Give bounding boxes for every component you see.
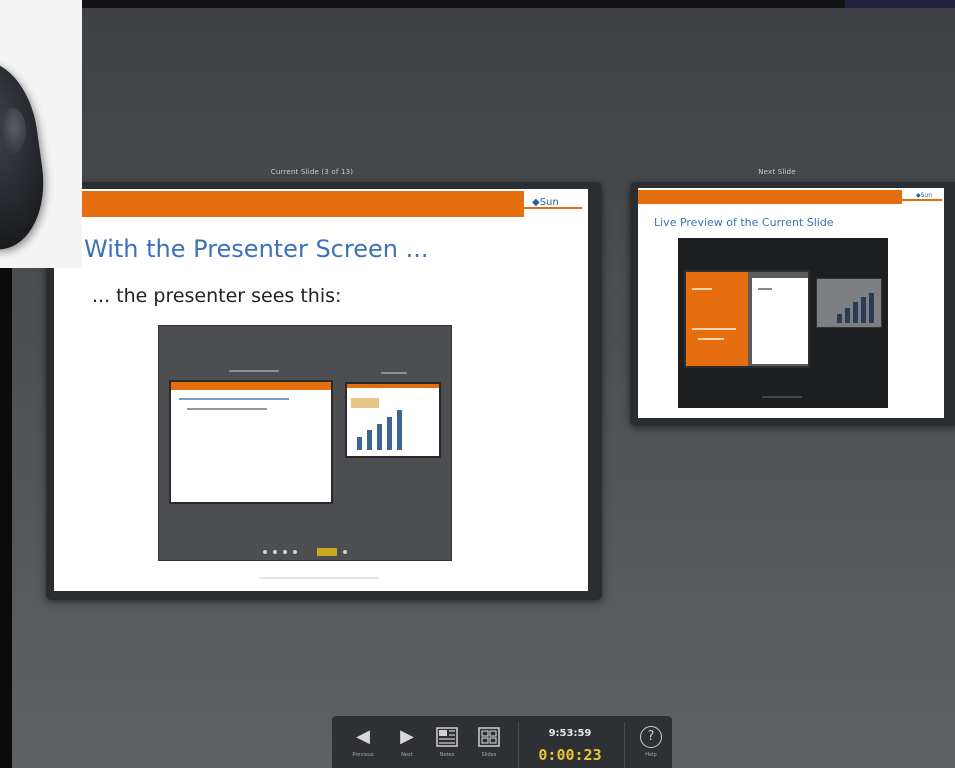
current-slide: ◆Sun With the Presenter Screen ... ... t… — [54, 189, 588, 591]
chart-bar — [845, 308, 850, 323]
preview-toolbar — [762, 396, 802, 398]
nested-dot — [263, 550, 267, 554]
next-slide-header-line — [902, 199, 942, 201]
top-bar — [82, 0, 955, 8]
next-slide-title: Live Preview of the Current Slide — [654, 216, 834, 229]
presenter-console: Current Slide (3 of 13) Next Slide ◆Sun … — [12, 0, 955, 768]
notes-icon — [434, 726, 460, 748]
nested-dot — [293, 550, 297, 554]
chart-bar — [869, 293, 874, 323]
sun-logo: ◆Sun — [916, 192, 933, 199]
chart-bar — [367, 430, 372, 450]
chart-bar — [387, 417, 392, 450]
arrow-left-icon: ◀ — [356, 726, 370, 747]
slide-title: With the Presenter Screen ... — [84, 235, 429, 263]
slides-grid-icon — [476, 726, 502, 748]
slide-subtitle: ... the presenter sees this: — [92, 285, 342, 307]
nested-title-line — [179, 398, 289, 400]
preview-text-line — [692, 328, 736, 330]
nested-next-caption — [381, 372, 407, 374]
next-slide: ◆Sun Live Preview of the Current Slide — [638, 188, 944, 418]
preview-current-slide — [684, 270, 810, 368]
toolbar-divider — [624, 722, 625, 768]
remote-control-image — [0, 0, 82, 268]
current-slide-pane[interactable]: ◆Sun With the Presenter Screen ... ... t… — [46, 182, 602, 600]
chart-bar — [397, 410, 402, 450]
slides-label: Slides — [481, 752, 497, 758]
slide-footer — [259, 577, 379, 579]
nested-timer — [317, 548, 337, 556]
preview-orange-panel — [686, 272, 748, 366]
remote-button — [0, 108, 26, 154]
preview-next-slide — [816, 278, 882, 328]
nested-toolbar — [263, 548, 347, 556]
nested-current-slide — [169, 380, 333, 504]
slide-header-bar — [54, 191, 524, 217]
chart-bar — [377, 424, 382, 450]
notes-label: Notes — [439, 752, 455, 758]
preview-white-panel — [752, 278, 808, 364]
next-slide-header-bar — [638, 190, 902, 204]
nested-dot — [283, 550, 287, 554]
nested-chart-image — [351, 398, 379, 408]
presenter-toolbar: ◀ Previous ▶ Next Notes Slides 9:53:59 0… — [332, 716, 672, 768]
top-bar-end — [845, 0, 955, 8]
nested-dot — [343, 550, 347, 554]
previous-button[interactable]: ◀ Previous — [348, 726, 378, 766]
chart-bar — [861, 297, 866, 323]
current-slide-caption: Current Slide (3 of 13) — [270, 168, 354, 176]
preview-text-line — [692, 288, 712, 290]
nested-current-caption — [229, 370, 279, 372]
slides-button[interactable]: Slides — [474, 726, 504, 766]
remote-body — [0, 53, 53, 257]
nested-next-header-bar — [347, 384, 439, 388]
next-slide-caption: Next Slide — [758, 168, 796, 176]
chart-bar — [837, 314, 842, 323]
clock-time: 9:53:59 — [548, 728, 592, 739]
chart-bar — [853, 302, 858, 323]
notes-button[interactable]: Notes — [432, 726, 462, 766]
help-button[interactable]: ? Help — [636, 726, 666, 766]
previous-label: Previous — [352, 752, 374, 758]
elapsed-timer[interactable]: 0:00:23 — [528, 746, 612, 764]
nested-bullet-line — [187, 408, 267, 410]
nested-header-bar — [171, 382, 331, 390]
nested-next-slide — [345, 382, 441, 458]
arrow-right-icon: ▶ — [400, 726, 414, 747]
toolbar-divider — [518, 722, 519, 768]
next-label: Next — [401, 752, 413, 758]
nested-dot — [273, 550, 277, 554]
next-button[interactable]: ▶ Next — [392, 726, 422, 766]
preview-text-line — [758, 288, 772, 290]
next-slide-pane[interactable]: ◆Sun Live Preview of the Current Slide — [630, 182, 955, 426]
sun-logo: ◆Sun — [532, 197, 559, 208]
help-icon: ? — [640, 726, 662, 748]
preview-text-line — [698, 338, 724, 340]
help-label: Help — [645, 752, 657, 758]
presenter-screenshot-image — [158, 325, 452, 561]
live-preview-image — [678, 238, 888, 408]
chart-bar — [357, 437, 362, 450]
